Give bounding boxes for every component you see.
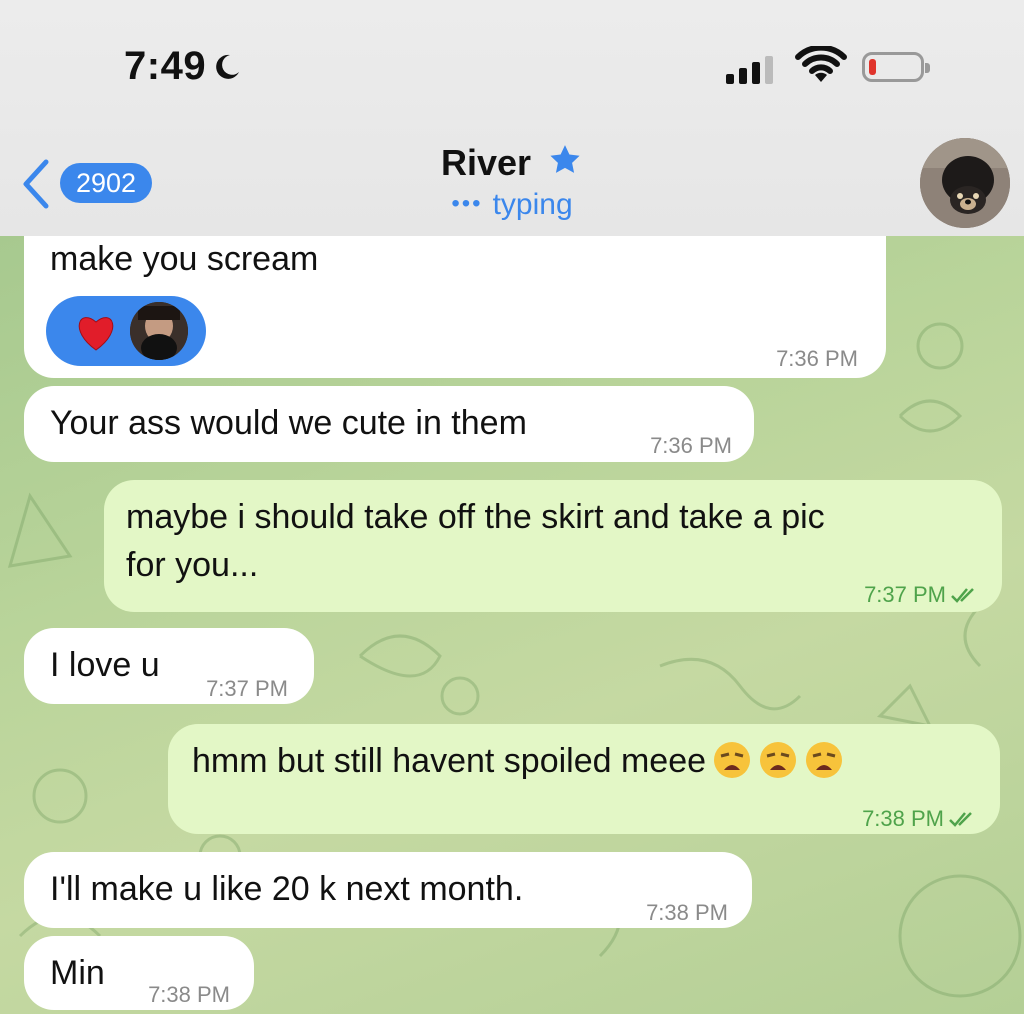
message-time: 7:38 PM — [148, 982, 230, 1007]
message-bubble-outgoing[interactable]: hmm but still havent spoiled meee 7:38 P… — [168, 724, 1000, 834]
message-bubble-outgoing[interactable]: maybe i should take off the skirt and ta… — [104, 480, 1002, 612]
reaction-pill[interactable] — [46, 296, 206, 366]
status-time: 7:49 — [124, 44, 242, 89]
message-time: 7:38 PM — [646, 900, 728, 925]
chat-title[interactable]: River — [0, 142, 1024, 184]
chat-area[interactable]: make you scream 7:36 PM Your ass would w… — [0, 236, 1024, 1014]
moon-icon — [216, 54, 240, 79]
read-check-icon — [949, 812, 972, 827]
cellular-signal-icon — [726, 56, 773, 84]
status-time-text: 7:49 — [124, 44, 207, 88]
message-bubble-incoming[interactable]: Min 7:38 PM — [24, 936, 254, 1010]
message-text: I love u — [50, 646, 160, 684]
message-text: make you scream — [50, 240, 319, 278]
message-bubble-incoming[interactable]: I'll make u like 20 k next month. 7:38 P… — [24, 852, 752, 928]
message-text: Min — [50, 954, 105, 992]
message-meta: 7:38 PM — [862, 796, 976, 842]
contact-name: River — [440, 142, 532, 183]
message-text-line-1: maybe i should take off the skirt and ta… — [126, 498, 825, 536]
message-text: I'll make u like 20 k next month. — [50, 870, 524, 908]
message-time: 7:36 PM — [776, 346, 858, 371]
message-text: hmm but still havent spoiled meee — [192, 742, 707, 780]
message-text-row: hmm but still havent spoiled meee — [192, 738, 844, 784]
typing-indicator: ••• typing — [0, 188, 1024, 222]
message-bubble-incoming[interactable]: Your ass would we cute in them 7:36 PM — [24, 386, 754, 462]
message-time: 7:37 PM — [864, 582, 946, 607]
message-bubble-incoming[interactable]: make you scream 7:36 PM — [24, 236, 886, 378]
message-time: 7:38 PM — [862, 806, 944, 831]
weary-face-emoji-icon — [806, 742, 843, 778]
reactor-avatar — [130, 302, 188, 360]
message-time: 7:37 PM — [206, 676, 288, 701]
star-icon — [550, 145, 580, 173]
dog-avatar-image — [920, 138, 1010, 228]
contact-avatar[interactable] — [920, 138, 1010, 228]
read-check-icon — [951, 588, 974, 603]
message-bubble-incoming[interactable]: I love u 7:37 PM — [24, 628, 314, 704]
top-bar: 7:49 2902 River ••• typing — [0, 0, 1024, 236]
message-time: 7:36 PM — [650, 433, 732, 458]
wifi-icon — [795, 46, 847, 82]
message-text-line-2: for you... — [126, 546, 259, 584]
weary-face-emoji-icon — [714, 742, 751, 778]
battery-icon — [862, 52, 930, 82]
typing-dots-icon: ••• — [451, 190, 483, 217]
message-meta: 7:37 PM — [864, 572, 978, 618]
weary-face-emoji-icon — [760, 742, 797, 778]
heart-icon — [78, 317, 114, 351]
message-text: Your ass would we cute in them — [50, 404, 527, 442]
typing-status-text: typing — [492, 188, 573, 221]
